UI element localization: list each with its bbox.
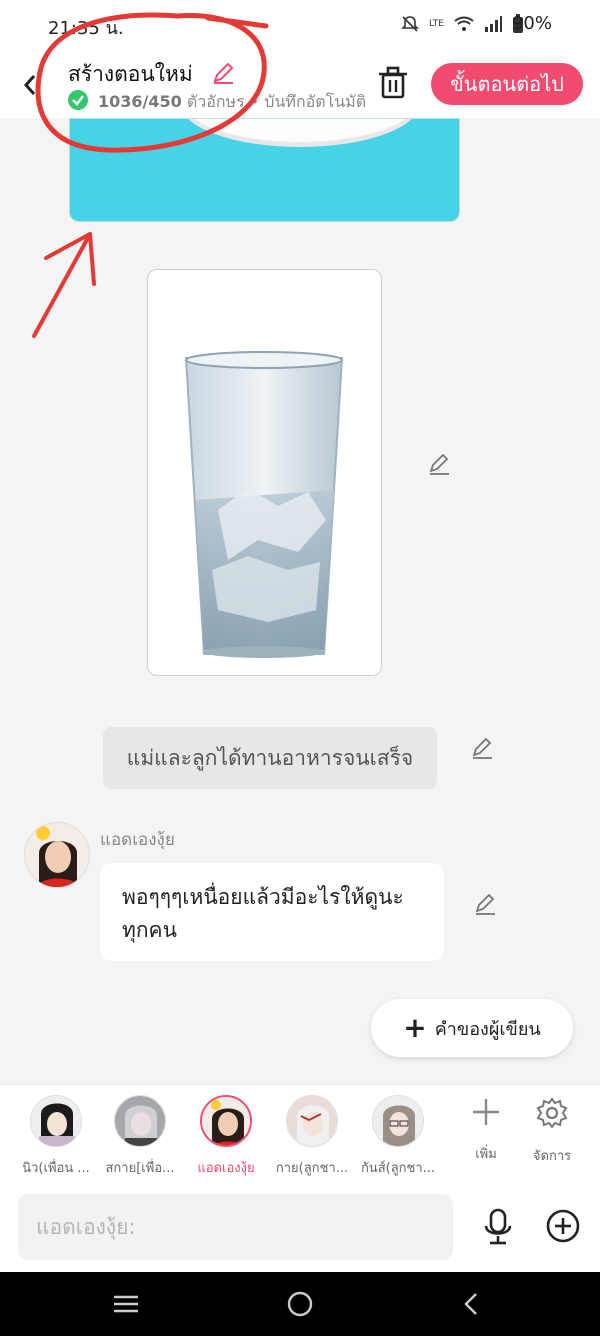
edit-message-button[interactable] [472,892,498,918]
status-time: 21:35 น. [48,18,124,39]
pencil-icon [472,737,492,759]
chevron-left-icon [464,1293,477,1315]
status-bar: 21:35 น. LTE 90% [0,0,600,50]
character-item-active[interactable]: แอดเองงุ้ย [182,1095,270,1178]
system-back-button[interactable] [456,1288,488,1320]
status-icons: LTE [401,14,524,34]
recent-apps-button[interactable] [110,1288,142,1320]
message-input[interactable] [18,1194,453,1260]
trash-icon [379,66,407,99]
microphone-button[interactable] [482,1208,514,1248]
character-item[interactable]: กาย(ลูกชา... [268,1095,356,1178]
water-glass-image[interactable] [147,269,382,676]
character-name: กาย(ลูกชา... [275,1161,349,1176]
message-sender-name: แอดเองงุ้ย [100,830,175,850]
plus-circle-icon [546,1209,580,1243]
character-photo [25,823,89,887]
character-name: นิว(เพื่อน ... [22,1161,90,1176]
pencil-icon [213,62,234,84]
delete-button[interactable] [377,66,409,100]
add-character-button[interactable]: เพิ่ม [451,1097,521,1164]
character-item[interactable]: นิว(เพื่อน ... [12,1095,100,1178]
next-step-button[interactable]: ขั้นตอนต่อไป [431,63,583,105]
food-image[interactable] [69,118,460,222]
avatar [286,1095,338,1147]
system-nav-bar [0,1272,600,1336]
gear-icon [536,1097,568,1129]
avatar[interactable] [24,822,90,888]
manage-characters-button[interactable]: จัดการ [517,1097,587,1166]
wifi-icon [454,16,474,32]
chat-message-bubble[interactable]: พอๆๆๆเหนื่อยแล้วมีอะไรให้ดูนะทุกคน [100,863,444,961]
narration-bubble[interactable]: แม่และลูกได้ทานอาหารจนเสร็จ [103,727,437,789]
author-note-label: คำของผู้เขียน [434,1018,541,1040]
add-attachment-button[interactable] [545,1208,581,1244]
plus-icon [473,1099,499,1125]
character-selector: นิว(เพื่อน ... สกาย[เพื่อ... แอดเองงุ้ย … [0,1084,600,1184]
avatar [200,1095,252,1147]
plus-icon: + [403,1011,427,1044]
manage-label: จัดการ [532,1149,572,1164]
edit-title-button[interactable] [210,60,236,90]
menu-icon [114,1295,138,1313]
page-title: สร้างตอนใหม่ [68,62,193,86]
pencil-icon [475,893,495,915]
add-label: เพิ่ม [475,1147,497,1162]
edit-narration-button[interactable] [469,736,495,762]
avatar [30,1095,82,1147]
pencil-icon [429,453,449,475]
character-name: แอดเองงุ้ย [197,1161,255,1176]
character-name: กันส์(ลูกชา... [360,1161,436,1176]
save-status: 1036/450 ตัวอักษร • บันทึกอัตโนมัติ [98,90,366,115]
lte-icon: LTE [429,18,444,29]
avatar [114,1095,166,1147]
autosave-label: ตัวอักษร • บันทึกอัตโนมัติ [186,92,367,111]
avatar [372,1095,424,1147]
character-item[interactable]: สกาย[เพื่อ... [96,1095,184,1178]
check-icon [68,90,88,110]
edit-image-button[interactable] [426,452,452,478]
home-button[interactable] [284,1288,316,1320]
microphone-icon [484,1208,512,1245]
character-item[interactable]: กันส์(ลูกชา... [354,1095,442,1178]
author-note-button[interactable]: + คำของผู้เขียน [371,999,573,1057]
mute-icon [401,15,419,33]
home-circle-icon [287,1291,313,1317]
character-name: สกาย[เพื่อ... [105,1161,175,1176]
plate-illustration [180,119,420,147]
annotation-arrow [32,232,96,338]
glass-illustration [184,351,344,658]
character-count: 1036/450 [98,92,182,111]
signal-icon [484,16,502,32]
back-button[interactable] [18,70,44,100]
battery-percent: 90% [511,13,552,34]
message-input-bar [0,1184,600,1272]
chevron-left-icon [23,75,36,95]
editor-header: สร้างตอนใหม่ 1036/450 ตัวอักษร • บันทึกอ… [0,50,600,118]
